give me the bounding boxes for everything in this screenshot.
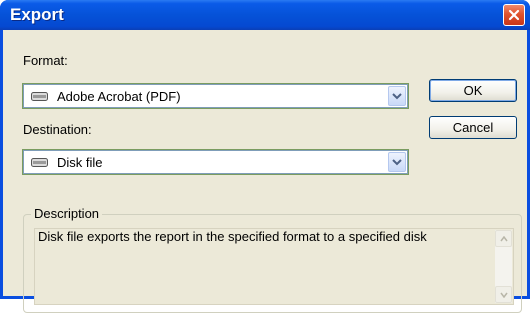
title-bar[interactable]: Export	[0, 0, 530, 30]
chevron-down-icon	[392, 159, 402, 166]
cancel-button[interactable]: Cancel	[429, 116, 517, 139]
description-group: Disk file exports the report in the spec…	[23, 214, 522, 313]
scroll-up-button[interactable]	[495, 230, 512, 247]
destination-value: Disk file	[57, 155, 103, 170]
ok-button[interactable]: OK	[429, 79, 517, 102]
description-box: Disk file exports the report in the spec…	[34, 228, 514, 305]
scroll-down-button[interactable]	[495, 286, 512, 303]
format-dropdown-button[interactable]	[388, 86, 406, 106]
destination-dropdown-button[interactable]	[388, 152, 406, 172]
chevron-down-icon	[392, 93, 402, 100]
export-dialog: Export Format: Adobe Acrobat (PDF) Desti…	[0, 0, 530, 313]
destination-label: Destination:	[23, 122, 92, 137]
description-group-title: Description	[31, 206, 103, 221]
destination-select[interactable]: Disk file	[22, 149, 409, 175]
format-label: Format:	[23, 53, 68, 68]
description-scrollbar[interactable]	[495, 230, 512, 303]
scroll-down-icon	[499, 292, 508, 298]
drive-icon	[31, 92, 48, 101]
window-title: Export	[10, 5, 64, 24]
description-text: Disk file exports the report in the spec…	[38, 229, 427, 244]
drive-icon	[31, 158, 48, 167]
format-select[interactable]: Adobe Acrobat (PDF)	[22, 83, 409, 109]
dialog-client-area: Format: Adobe Acrobat (PDF) Destination:	[3, 30, 527, 313]
close-button[interactable]	[503, 4, 525, 26]
format-value: Adobe Acrobat (PDF)	[57, 89, 181, 104]
scroll-up-icon	[499, 235, 508, 241]
close-icon	[508, 9, 520, 21]
